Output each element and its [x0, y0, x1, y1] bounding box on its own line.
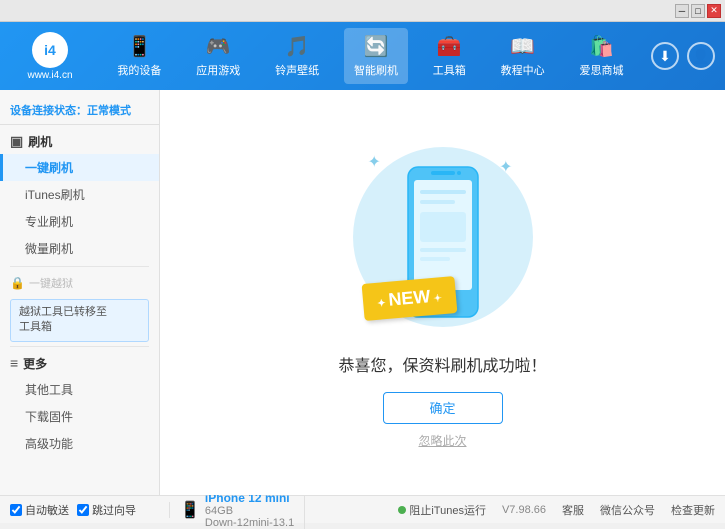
phone-illustration: ✦ ✦ NEW [343, 137, 543, 337]
sidebar-item-itunes-flash[interactable]: iTunes刷机 [0, 181, 159, 208]
success-text: 恭喜您，保资料刷机成功啦！ [338, 352, 546, 376]
user-icon: 👤 [692, 48, 709, 65]
itunes-status-label: 阻止iTunes运行 [409, 502, 486, 518]
flash-section-label: 刷机 [28, 133, 52, 150]
nav-app-games-label: 应用游戏 [196, 62, 240, 78]
check-update-link[interactable]: 检查更新 [671, 502, 715, 518]
user-button[interactable]: 👤 [687, 42, 715, 70]
flash-section-header: ▣ 刷机 [0, 129, 159, 154]
auto-send-input[interactable] [10, 504, 22, 516]
confirm-button[interactable]: 确定 [383, 392, 503, 424]
connection-status: 设备连接状态：正常模式 [0, 98, 159, 125]
itunes-dot [398, 506, 406, 514]
nav-smart-shop[interactable]: 🔄 智能刷机 [344, 28, 408, 84]
more-label: 更多 [23, 355, 47, 372]
device-storage: 64GB [205, 505, 294, 517]
sidebar-item-advanced[interactable]: 高级功能 [0, 430, 159, 457]
nav-wallpaper-label: 铃声壁纸 [275, 62, 319, 78]
main-layout: 设备连接状态：正常模式 ▣ 刷机 一键刷机 iTunes刷机 专业刷机 微量刷机… [0, 90, 725, 495]
nav-shop[interactable]: 🛍️ 爱思商城 [569, 28, 633, 84]
window-controls: ─ □ ✕ [675, 4, 721, 18]
sparkle-1: ✦ [368, 152, 381, 172]
skip-wizard-input[interactable] [77, 504, 89, 516]
status-value: 正常模式 [87, 105, 131, 117]
skip-wizard-label: 跳过向导 [92, 502, 136, 518]
ignore-link[interactable]: 忽略此次 [418, 432, 466, 449]
locked-label: 一键越狱 [29, 275, 73, 291]
nav-tutorial-label: 教程中心 [501, 62, 545, 78]
close-button[interactable]: ✕ [707, 4, 721, 18]
sidebar-item-onekey-flash[interactable]: 一键刷机 [0, 154, 159, 181]
sidebar-divider-2 [10, 346, 149, 347]
sidebar-item-other-tools[interactable]: 其他工具 [0, 376, 159, 403]
shop-icon: 🛍️ [589, 34, 614, 59]
device-phone-icon: 📱 [180, 500, 200, 520]
download-button[interactable]: ⬇ [651, 42, 679, 70]
customer-service-link[interactable]: 客服 [562, 502, 584, 518]
jailbreak-notice: 越狱工具已转移至工具箱 [10, 299, 149, 342]
bottom-bar: 自动敏送 跳过向导 📱 iPhone 12 mini 64GB Down-12m… [0, 495, 725, 523]
my-device-icon: 📱 [127, 34, 152, 59]
nav-tutorial[interactable]: 📖 教程中心 [491, 28, 555, 84]
nav-toolbox[interactable]: 🧰 工具箱 [423, 28, 476, 84]
sparkle-2: ✦ [499, 157, 512, 177]
minimize-button[interactable]: ─ [675, 4, 689, 18]
nav-my-device-label: 我的设备 [117, 62, 161, 78]
app-games-icon: 🎮 [206, 34, 231, 59]
flash-section: ▣ 刷机 一键刷机 iTunes刷机 专业刷机 微量刷机 [0, 129, 159, 262]
header-right: ⬇ 👤 [651, 42, 715, 70]
main-content: ✦ ✦ NEW [160, 90, 725, 495]
sidebar-divider-1 [10, 266, 149, 267]
locked-jailbreak: 🔒 一键越狱 [0, 271, 159, 295]
auto-send-label: 自动敏送 [25, 502, 69, 518]
logo-icon: i4 [32, 32, 68, 68]
header: i4 www.i4.cn 📱 我的设备 🎮 应用游戏 🎵 铃声壁纸 🔄 智能刷机… [0, 22, 725, 90]
wallpaper-icon: 🎵 [285, 34, 310, 59]
nav-items: 📱 我的设备 🎮 应用游戏 🎵 铃声壁纸 🔄 智能刷机 🧰 工具箱 📖 教程中心… [100, 28, 641, 84]
version-label: V7.98.66 [502, 504, 546, 516]
wechat-public-link[interactable]: 微信公众号 [600, 502, 655, 518]
download-icon: ⬇ [659, 48, 671, 65]
more-icon: ≡ [10, 355, 18, 371]
nav-app-games[interactable]: 🎮 应用游戏 [186, 28, 250, 84]
smart-shop-icon: 🔄 [364, 34, 389, 59]
nav-my-device[interactable]: 📱 我的设备 [107, 28, 171, 84]
logo-area[interactable]: i4 www.i4.cn [10, 32, 90, 81]
sidebar-item-pro-flash[interactable]: 专业刷机 [0, 208, 159, 235]
itunes-status: 阻止iTunes运行 [398, 502, 486, 518]
maximize-button[interactable]: □ [691, 4, 705, 18]
bottom-left: 自动敏送 跳过向导 [10, 502, 170, 518]
flash-section-icon: ▣ [10, 133, 23, 150]
nav-wallpaper[interactable]: 🎵 铃声壁纸 [265, 28, 329, 84]
status-label: 设备连接状态： [10, 105, 87, 117]
nav-shop-label: 爱思商城 [579, 62, 623, 78]
title-bar: ─ □ ✕ [0, 0, 725, 22]
logo-subtitle: www.i4.cn [27, 70, 72, 81]
nav-smart-shop-label: 智能刷机 [354, 62, 398, 78]
auto-send-checkbox[interactable]: 自动敏送 [10, 502, 69, 518]
bottom-right: 阻止iTunes运行 V7.98.66 客服 微信公众号 检查更新 [398, 502, 715, 518]
sidebar-item-download-fw[interactable]: 下载固件 [0, 403, 159, 430]
sidebar-item-micro-flash[interactable]: 微量刷机 [0, 235, 159, 262]
tutorial-icon: 📖 [510, 34, 535, 59]
nav-toolbox-label: 工具箱 [433, 62, 466, 78]
new-badge: NEW [361, 276, 457, 321]
sidebar: 设备连接状态：正常模式 ▣ 刷机 一键刷机 iTunes刷机 专业刷机 微量刷机… [0, 90, 160, 495]
more-section-header: ≡ 更多 [0, 351, 159, 376]
toolbox-icon: 🧰 [437, 34, 462, 59]
lock-icon: 🔒 [10, 276, 25, 290]
skip-wizard-checkbox[interactable]: 跳过向导 [77, 502, 136, 518]
